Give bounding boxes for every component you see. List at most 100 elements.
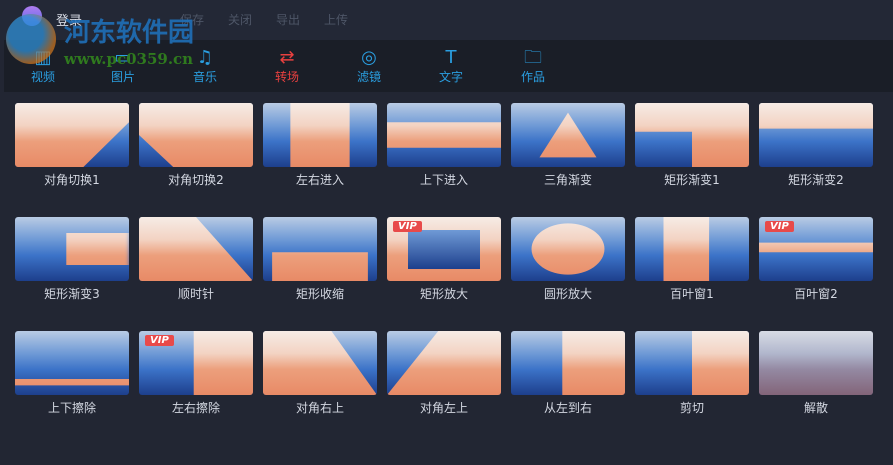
transition-label: 顺时针	[177, 287, 214, 301]
transition-thumbnail	[759, 103, 873, 167]
desert-layer	[387, 331, 501, 395]
transition-tile[interactable]: 三角渐变	[511, 103, 625, 187]
desert-layer	[272, 252, 368, 281]
upload-button[interactable]: 上传	[324, 11, 348, 28]
desert-layer	[759, 331, 873, 395]
transition-tile[interactable]: VIP 矩形放大	[387, 217, 501, 301]
desert-layer	[387, 122, 501, 148]
transition-label: 圆形放大	[543, 287, 592, 301]
transition-icon: ⇄	[279, 47, 295, 68]
tab-text[interactable]: T 文字	[410, 40, 492, 92]
transition-thumbnail	[511, 217, 625, 281]
transition-label: 对角右上	[295, 401, 344, 415]
desert-layer	[66, 233, 129, 265]
tab-label: 作品	[520, 70, 545, 84]
transition-tile[interactable]: VIP 左右擦除	[139, 331, 253, 415]
transition-tile[interactable]: 上下进入	[387, 103, 501, 187]
tab-label: 视频	[30, 70, 55, 84]
film-icon: ▥	[34, 47, 52, 68]
export-button[interactable]: 导出	[276, 11, 300, 28]
transition-tile[interactable]: 矩形渐变2	[759, 103, 873, 187]
category-toolbar: ▥ 视频 ▭ 图片 ♫ 音乐 ⇄ 转场 ◎ 滤镜 T 文字 🗀 作品	[4, 40, 893, 92]
transition-thumbnail	[759, 331, 873, 395]
transition-tile[interactable]: 左右进入	[263, 103, 377, 187]
desert-layer	[139, 217, 253, 281]
vip-badge: VIP	[393, 221, 422, 232]
transition-label: 百叶窗1	[670, 287, 714, 301]
tab-label: 音乐	[192, 70, 217, 84]
filter-icon: ◎	[361, 47, 377, 68]
desert-layer	[663, 217, 710, 281]
transition-label: 矩形放大	[419, 287, 468, 301]
tab-filter[interactable]: ◎ 滤镜	[328, 40, 410, 92]
desert-layer	[692, 331, 749, 395]
transition-tile[interactable]: 圆形放大	[511, 217, 625, 301]
transition-tile[interactable]: 对角切换2	[139, 103, 253, 187]
text-icon: T	[445, 47, 457, 68]
transition-label: 上下擦除	[47, 401, 96, 415]
tab-label: 图片	[110, 70, 135, 84]
save-button[interactable]: 保存	[180, 11, 204, 28]
transition-thumbnail	[635, 103, 749, 167]
transition-thumbnail: VIP	[387, 217, 501, 281]
vip-badge: VIP	[765, 221, 794, 232]
transition-label: 矩形渐变1	[664, 173, 720, 187]
transition-label: 矩形渐变3	[44, 287, 100, 301]
transition-thumbnail	[139, 103, 253, 167]
tab-image[interactable]: ▭ 图片	[82, 40, 164, 92]
transition-thumbnail	[387, 331, 501, 395]
vip-badge: VIP	[145, 335, 174, 346]
desert-layer	[531, 223, 605, 275]
login-link[interactable]: 登录	[56, 10, 82, 29]
transition-tile[interactable]: 对角左上	[387, 331, 501, 415]
transition-tile[interactable]: 百叶窗1	[635, 217, 749, 301]
transition-label: 左右擦除	[171, 401, 220, 415]
desert-layer	[263, 331, 377, 395]
tab-works[interactable]: 🗀 作品	[492, 40, 574, 92]
transition-thumbnail	[15, 103, 129, 167]
transition-thumbnail	[15, 217, 129, 281]
transition-tile[interactable]: 解散	[759, 331, 873, 415]
transition-thumbnail	[15, 331, 129, 395]
transition-thumbnail	[263, 103, 377, 167]
transition-tile[interactable]: 对角右上	[263, 331, 377, 415]
desert-layer	[562, 331, 625, 395]
transition-thumbnail	[263, 217, 377, 281]
transition-grid: 对角切换1 对角切换2 左右进入 上下进入 三角渐变 矩形渐变1 矩形渐变2 矩形渐变3 顺时针…	[15, 103, 873, 415]
top-bar: 登录 保存 关闭 导出 上传	[0, 0, 893, 40]
desert-layer	[15, 103, 129, 167]
transition-thumbnail	[635, 217, 749, 281]
transition-thumbnail	[635, 331, 749, 395]
tab-music[interactable]: ♫ 音乐	[164, 40, 246, 92]
tab-transition[interactable]: ⇄ 转场	[246, 40, 328, 92]
tab-video[interactable]: ▥ 视频	[4, 40, 82, 92]
transition-label: 矩形渐变2	[788, 173, 844, 187]
transition-thumbnail	[511, 103, 625, 167]
transition-thumbnail	[139, 217, 253, 281]
transition-label: 对角切换2	[168, 173, 224, 187]
transition-label: 矩形收缩	[295, 287, 344, 301]
transition-thumbnail: VIP	[139, 331, 253, 395]
transition-tile[interactable]: VIP 百叶窗2	[759, 217, 873, 301]
transition-tile[interactable]: 矩形渐变1	[635, 103, 749, 187]
transition-tile[interactable]: 上下擦除	[15, 331, 129, 415]
desert-layer	[635, 103, 749, 167]
transition-tile[interactable]: 顺时针	[139, 217, 253, 301]
transition-thumbnail: VIP	[759, 217, 873, 281]
transition-tile[interactable]: 矩形渐变3	[15, 217, 129, 301]
transition-tile[interactable]: 对角切换1	[15, 103, 129, 187]
tab-label: 文字	[438, 70, 463, 84]
transition-label: 三角渐变	[543, 173, 592, 187]
transition-label: 对角切换1	[44, 173, 100, 187]
transition-tile[interactable]: 矩形收缩	[263, 217, 377, 301]
transition-label: 百叶窗2	[794, 287, 838, 301]
close-button[interactable]: 关闭	[228, 11, 252, 28]
transition-tile[interactable]: 剪切	[635, 331, 749, 415]
transition-label: 从左到右	[543, 401, 592, 415]
music-icon: ♫	[196, 47, 214, 68]
transition-tile[interactable]: 从左到右	[511, 331, 625, 415]
desert-layer	[759, 103, 873, 129]
desert-layer	[539, 112, 597, 158]
desert-layer	[139, 103, 253, 167]
avatar[interactable]	[22, 6, 42, 26]
